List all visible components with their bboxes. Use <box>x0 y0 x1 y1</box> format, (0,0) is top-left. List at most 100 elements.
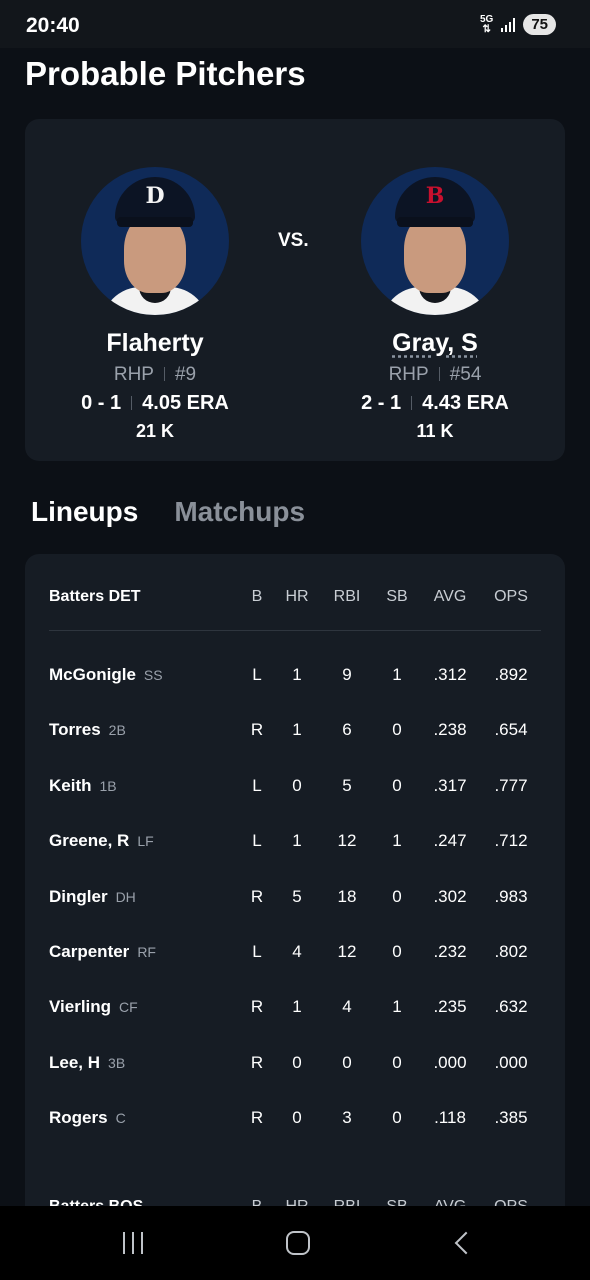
table-row[interactable]: McGonigle SS L 1 9 1 .312 .892 <box>25 660 565 690</box>
stat-cell-ops: .777 <box>494 775 528 795</box>
column-header[interactable]: B <box>252 582 263 612</box>
signal-strength-icon <box>501 17 516 32</box>
pitcher-name[interactable]: Flaherty <box>35 329 275 358</box>
column-header[interactable]: RBI <box>334 582 361 612</box>
pitcher-record: 2 - 1 4.43 ERA <box>361 392 509 414</box>
stat-cell-b: L <box>252 942 262 961</box>
player-name[interactable]: Vierling <box>49 997 111 1016</box>
table-header-row: Batters DET B HR RBI SB AVG OPS <box>25 582 565 612</box>
player-position: LF <box>137 833 154 850</box>
away-pitcher[interactable]: D Flaherty RHP #9 0 - 1 4.05 ERA 21 K <box>35 119 275 442</box>
table-row[interactable]: Keith 1B L 0 5 0 .317 .777 <box>25 771 565 801</box>
player-name[interactable]: Dingler <box>49 887 108 906</box>
home-icon <box>286 1231 310 1255</box>
player-name[interactable]: Keith <box>49 776 92 795</box>
stat-cell-sb: 0 <box>392 1108 402 1128</box>
player-cell[interactable]: Torres 2B <box>49 715 126 746</box>
network-5g-icon: 5G ⇅ <box>479 13 494 35</box>
stat-cell-b: R <box>250 1108 264 1128</box>
pitcher-meta: RHP #9 <box>113 364 197 385</box>
stat-cell-b: L <box>252 831 262 851</box>
player-position: C <box>115 1110 126 1127</box>
stat-cell-avg: .238 <box>433 720 467 740</box>
table-row[interactable]: Dingler DH R 5 18 0 .302 .983 <box>25 882 565 912</box>
stat-cell-rbi: 12 <box>337 942 357 961</box>
stat-cell-hr: 1 <box>292 997 302 1017</box>
tigers-cap-logo-icon: D <box>145 183 165 209</box>
stat-cell-ops: .000 <box>494 1052 528 1072</box>
stat-cell-ops: .654 <box>494 720 528 740</box>
pitcher-name[interactable]: Gray, S <box>315 329 555 358</box>
stat-cell-avg: .118 <box>434 1108 466 1128</box>
home-button[interactable] <box>278 1228 318 1258</box>
stat-cell-avg: .317 <box>433 775 467 795</box>
versus-label: VS. <box>278 230 309 251</box>
status-bar: 20:40 5G ⇅ 75 <box>0 0 590 48</box>
pitcher-headshot-avatar: B <box>361 167 509 315</box>
column-header[interactable]: AVG <box>434 582 467 612</box>
player-name[interactable]: Rogers <box>49 1108 108 1127</box>
lineup-table: Batters DET B HR RBI SB AVG OPS McGonigle SS L 1 9 1… <box>25 554 565 1254</box>
stat-cell-rbi: 5 <box>342 775 352 795</box>
column-header[interactable]: OPS <box>494 582 528 612</box>
stat-cell-rbi: 4 <box>342 997 352 1017</box>
player-cell[interactable]: Dingler DH <box>49 882 136 913</box>
stat-cell-avg: .312 <box>433 665 467 684</box>
player-cell[interactable]: McGonigle SS <box>49 660 163 691</box>
stat-cell-rbi: 18 <box>337 886 357 906</box>
stat-cell-sb: 0 <box>392 720 402 740</box>
stat-cell-ops: .983 <box>494 886 528 906</box>
stat-cell-sb: 0 <box>392 775 402 795</box>
pitcher-headshot-avatar: D <box>81 167 229 315</box>
recents-icon <box>123 1232 143 1254</box>
home-pitcher[interactable]: B Gray, S RHP #54 2 - 1 4.43 ERA 11 K <box>315 119 555 442</box>
stat-cell-sb: 1 <box>392 831 402 851</box>
stat-cell-sb: 0 <box>392 886 402 906</box>
player-position: 2B <box>108 722 126 739</box>
stat-cell-hr: 1 <box>292 831 302 851</box>
stat-cell-b: R <box>250 720 264 740</box>
column-header[interactable]: HR <box>285 582 308 612</box>
stat-cell-rbi: 0 <box>342 1052 352 1072</box>
lineup-tabs: Lineups Matchups <box>31 496 305 528</box>
stat-cell-hr: 4 <box>292 942 302 961</box>
player-name[interactable]: Carpenter <box>49 942 129 961</box>
player-cell[interactable]: Lee, H 3B <box>49 1048 125 1079</box>
stat-cell-ops: .632 <box>494 997 528 1017</box>
player-cell[interactable]: Greene, R LF <box>49 826 154 857</box>
stat-cell-rbi: 9 <box>342 665 352 684</box>
stat-cell-hr: 1 <box>292 665 302 684</box>
stat-cell-rbi: 6 <box>342 720 352 740</box>
table-row[interactable]: Rogers C R 0 3 0 .118 .385 <box>25 1103 565 1133</box>
stat-cell-ops: .712 <box>494 831 528 851</box>
status-icons: 5G ⇅ 75 <box>480 14 556 35</box>
stat-cell-b: R <box>250 1052 264 1072</box>
player-name[interactable]: Torres <box>49 720 101 739</box>
stat-cell-b: L <box>252 775 262 795</box>
stat-cell-sb: 0 <box>392 942 402 961</box>
player-cell[interactable]: Vierling CF <box>49 992 138 1023</box>
table-row[interactable]: Torres 2B R 1 6 0 .238 .654 <box>25 715 565 745</box>
player-cell[interactable]: Rogers C <box>49 1103 126 1134</box>
tab-matchups[interactable]: Matchups <box>174 496 305 528</box>
player-cell[interactable]: Keith 1B <box>49 771 117 802</box>
table-row[interactable]: Greene, R LF L 1 12 1 .247 .712 <box>25 826 565 856</box>
player-position: 3B <box>108 1054 126 1071</box>
table-row[interactable]: Vierling CF R 1 4 1 .235 .632 <box>25 992 565 1022</box>
tab-lineups[interactable]: Lineups <box>31 496 138 528</box>
stat-cell-ops: .802 <box>494 942 528 961</box>
player-name[interactable]: Lee, H <box>49 1053 100 1072</box>
recents-button[interactable] <box>113 1228 153 1258</box>
player-name[interactable]: McGonigle <box>49 665 136 684</box>
table-row[interactable]: Carpenter RF L 4 12 0 .232 .802 <box>25 937 565 967</box>
stat-cell-hr: 0 <box>292 775 302 795</box>
stat-cell-hr: 0 <box>292 1052 302 1072</box>
player-name[interactable]: Greene, R <box>49 831 129 850</box>
pitcher-record: 0 - 1 4.05 ERA <box>81 392 229 414</box>
pitcher-strikeouts: 21 K <box>135 421 175 441</box>
back-button[interactable] <box>443 1228 483 1258</box>
player-cell[interactable]: Carpenter RF <box>49 937 156 968</box>
player-position: DH <box>115 888 136 905</box>
table-row[interactable]: Lee, H 3B R 0 0 0 .000 .000 <box>25 1048 565 1078</box>
column-header[interactable]: SB <box>386 582 407 612</box>
